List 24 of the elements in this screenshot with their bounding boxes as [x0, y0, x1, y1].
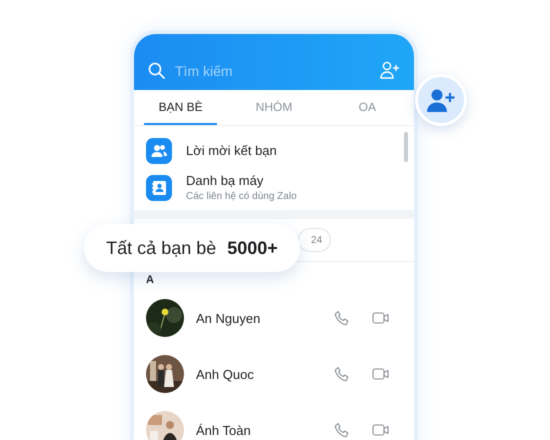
phone-icon[interactable]: [334, 310, 350, 326]
item-subtitle: Các liên hệ có dùng Zalo: [186, 191, 297, 202]
add-friend-icon[interactable]: [380, 61, 400, 79]
search-icon: [148, 62, 165, 79]
friend-count: 5000+: [227, 238, 278, 258]
filter-chip[interactable]: 24: [298, 228, 332, 252]
address-book-icon: [146, 174, 172, 200]
item-title: Lời mời kết bạn: [186, 143, 277, 158]
phone-icon[interactable]: [334, 422, 350, 438]
people-icon: [146, 138, 172, 164]
contact-name: Ánh Toàn: [196, 422, 252, 438]
scrollbar[interactable]: [404, 132, 408, 162]
video-camera-icon[interactable]: [372, 367, 390, 381]
phone-icon[interactable]: [334, 366, 350, 382]
add-friend-icon: [426, 88, 456, 112]
contact-name: Anh Quoc: [196, 366, 255, 382]
item-title: Danh bạ máy: [186, 173, 264, 188]
contact-name: An Nguyen: [196, 310, 262, 326]
list-item[interactable]: Danh bạ máy Các liên hệ có dùng Zalo: [134, 169, 414, 206]
video-camera-icon[interactable]: [372, 311, 390, 325]
list-item[interactable]: Lời mời kết bạn: [134, 132, 414, 169]
video-camera-icon[interactable]: [372, 423, 390, 437]
callout-label: Tất cả bạn bè: [106, 238, 216, 258]
search-field[interactable]: Tìm kiếm: [175, 63, 370, 79]
